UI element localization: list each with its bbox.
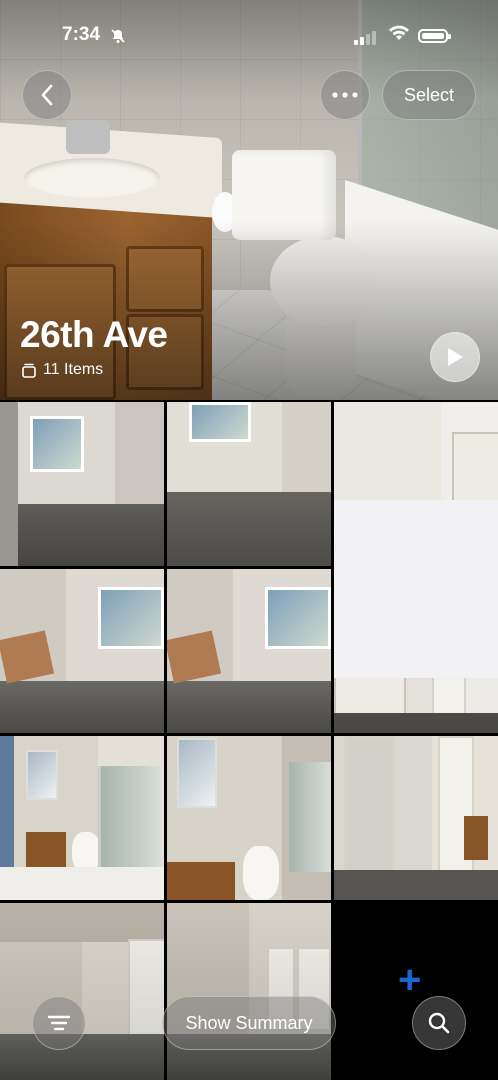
photo-thumbnail[interactable] [167,402,331,566]
more-options-button[interactable] [320,70,370,120]
search-icon [428,1012,450,1034]
photo-thumbnail[interactable] [0,402,164,566]
album-title: 26th Ave [20,314,168,355]
photo-thumbnail[interactable] [334,736,498,900]
show-summary-button[interactable]: Show Summary [162,996,336,1050]
stack-icon [22,363,36,378]
select-button[interactable]: Select [382,70,476,120]
status-time: 7:34 [62,24,101,45]
filter-button[interactable] [32,996,86,1050]
photo-thumbnail[interactable] [167,569,331,733]
plus-icon[interactable]: + [398,960,421,1000]
add-photos-cell[interactable] [334,500,498,678]
photo-thumbnail[interactable] [167,736,331,900]
search-button[interactable] [412,996,466,1050]
filter-lines-icon [47,1015,71,1031]
ellipsis-icon [332,92,358,98]
silent-bell-icon [110,28,126,48]
play-icon [448,348,463,366]
play-slideshow-button[interactable] [430,332,480,382]
photo-thumbnail[interactable] [167,903,331,1080]
item-count-label: 11 Items [43,361,104,378]
photo-thumbnail[interactable] [0,569,164,733]
album-item-count: 11 Items [22,361,103,379]
wifi-icon [388,24,410,47]
back-button[interactable] [22,70,72,120]
photo-thumbnail[interactable] [0,903,164,1080]
cellular-signal-icon [354,29,378,45]
status-bar: 7:34 [0,24,498,50]
chevron-left-icon [41,84,53,106]
photo-thumbnail[interactable] [0,736,164,900]
battery-icon [418,29,451,43]
